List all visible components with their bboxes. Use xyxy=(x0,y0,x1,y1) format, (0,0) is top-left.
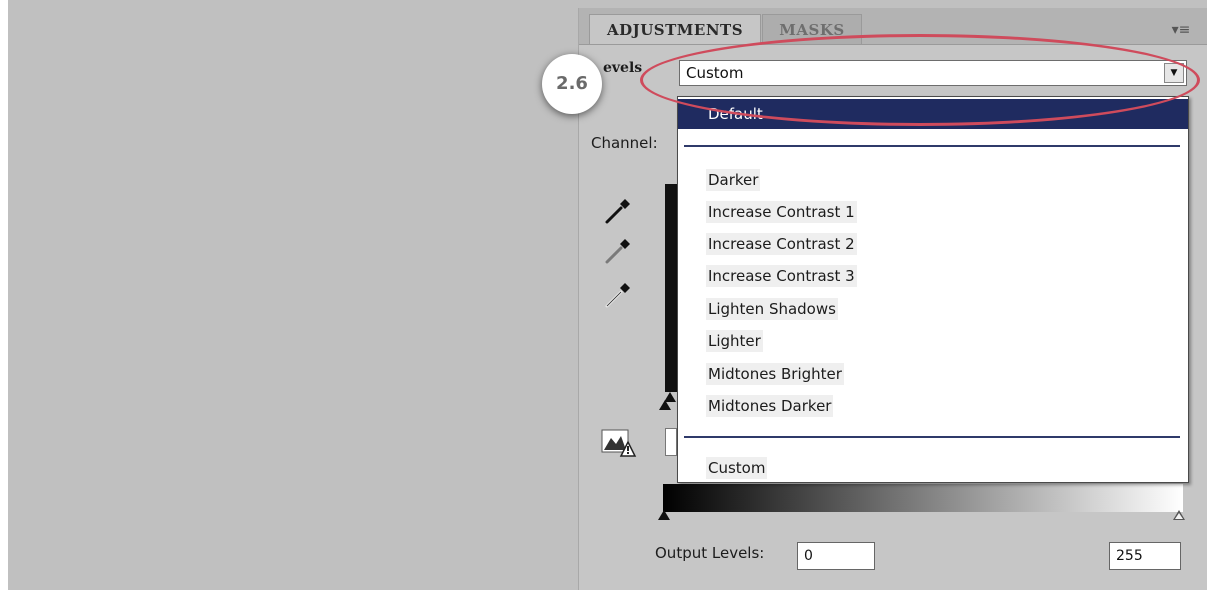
output-white-slider-fill xyxy=(1175,513,1183,519)
panel-menu-icon[interactable]: ▾≡ xyxy=(1169,20,1193,40)
output-min-field[interactable]: 0 xyxy=(797,542,875,570)
dropdown-item-label: Custom xyxy=(706,457,768,479)
dropdown-item-increase-contrast-2[interactable]: Increase Contrast 2 xyxy=(678,229,1188,259)
dropdown-item-label: Lighter xyxy=(706,330,763,352)
dropdown-item-label: Increase Contrast 3 xyxy=(706,265,857,287)
dropdown-item-label: Darker xyxy=(706,169,761,191)
clipping-warning-icon[interactable] xyxy=(601,428,637,460)
dropdown-item-label: Lighten Shadows xyxy=(706,298,838,320)
gray-point-eyedropper-icon[interactable] xyxy=(603,236,633,266)
dropdown-item-lighter[interactable]: Lighter xyxy=(678,326,1188,356)
levels-label: evels xyxy=(603,60,643,76)
dropdown-item-increase-contrast-1[interactable]: Increase Contrast 1 xyxy=(678,197,1188,227)
dropdown-separator xyxy=(684,145,1180,147)
output-levels-label: Output Levels: xyxy=(655,544,765,562)
dropdown-item-label: Increase Contrast 2 xyxy=(706,233,857,255)
dropdown-item-increase-contrast-3[interactable]: Increase Contrast 3 xyxy=(678,261,1188,291)
step-badge: 2.6 xyxy=(542,54,602,114)
preset-dropdown-list: Default Darker Increase Contrast 1 Incre… xyxy=(677,96,1189,483)
dropdown-item-lighten-shadows[interactable]: Lighten Shadows xyxy=(678,294,1188,324)
white-point-eyedropper-icon[interactable] xyxy=(603,280,633,310)
input-black-point-slider[interactable] xyxy=(659,400,671,410)
dropdown-item-custom[interactable]: Custom xyxy=(678,453,1188,483)
output-levels-gradient xyxy=(663,484,1183,512)
dropdown-item-label: Midtones Darker xyxy=(706,395,834,417)
highlight-ellipse xyxy=(640,34,1200,126)
input-levels-field[interactable] xyxy=(665,428,677,456)
tab-adjustments[interactable]: ADJUSTMENTS xyxy=(589,14,761,44)
output-max-field[interactable]: 255 xyxy=(1109,542,1181,570)
dropdown-item-midtones-brighter[interactable]: Midtones Brighter xyxy=(678,359,1188,389)
black-point-eyedropper-icon[interactable] xyxy=(603,196,633,226)
channel-label: Channel: xyxy=(591,134,658,152)
dropdown-item-label: Midtones Brighter xyxy=(706,363,844,385)
dropdown-item-darker[interactable]: Darker xyxy=(678,165,1188,195)
dropdown-item-midtones-darker[interactable]: Midtones Darker xyxy=(678,391,1188,421)
dropdown-item-label: Increase Contrast 1 xyxy=(706,201,857,223)
dropdown-separator xyxy=(684,436,1180,438)
output-black-slider[interactable] xyxy=(658,510,670,520)
